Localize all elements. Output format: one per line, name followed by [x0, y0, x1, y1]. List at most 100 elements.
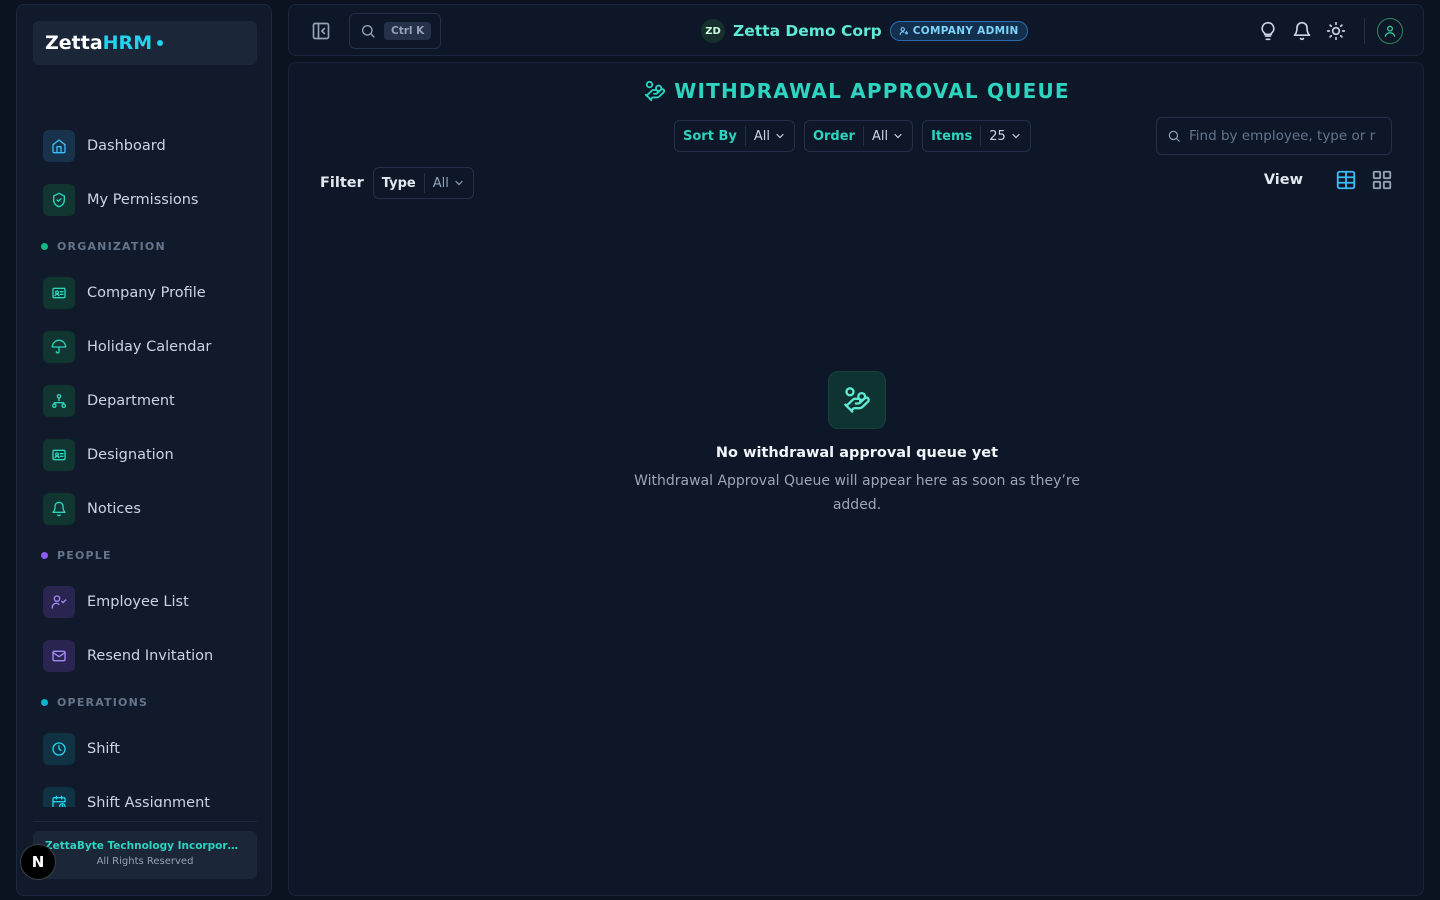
- sidebar-item-label: Resend Invitation: [87, 648, 214, 664]
- sidebar-item-employee-list[interactable]: Employee List: [33, 575, 257, 629]
- sidebar-collapse-icon[interactable]: [311, 21, 331, 41]
- view-toggle: View: [1264, 169, 1393, 191]
- section-label: PEOPLE: [57, 549, 112, 562]
- view-label: View: [1263, 172, 1303, 188]
- umbrella-icon: [43, 331, 75, 363]
- select-value: All: [432, 175, 449, 191]
- search-field: [1156, 117, 1392, 155]
- empty-state-description: Withdrawal Approval Queue will appear he…: [634, 473, 1080, 513]
- sidebar-item-label: Dashboard: [87, 138, 166, 154]
- brand-logo[interactable]: Zetta HRM: [33, 21, 257, 65]
- chevron-down-icon: [894, 133, 902, 139]
- type-label: Type: [382, 173, 425, 193]
- section-dot-icon: [41, 699, 48, 706]
- hand-coins-icon: [645, 80, 666, 102]
- sidebar: Zetta HRM Dashboard My Permissions ORGANI…: [16, 4, 272, 896]
- page-title: WITHDRAWAL APPROVAL QUEUE: [289, 79, 1425, 103]
- shield-check-icon: [43, 184, 75, 216]
- top-bar: Ctrl K ZD Zetta Demo Corp COMPANY ADMIN: [288, 4, 1424, 56]
- sidebar-item-label: Designation: [87, 447, 174, 463]
- type-value: All: [433, 176, 465, 191]
- sidebar-item-label: Employee List: [87, 594, 189, 610]
- brand-dot-icon: [157, 40, 164, 46]
- sidebar-item-my-permissions[interactable]: My Permissions: [33, 173, 257, 227]
- search-icon: [362, 25, 375, 38]
- order-select[interactable]: Order All: [803, 120, 914, 152]
- section-dot-icon: [41, 243, 48, 250]
- section-people: PEOPLE: [33, 536, 257, 575]
- sidebar-item-label: My Permissions: [87, 192, 199, 208]
- id-card-icon: [43, 439, 75, 471]
- select-value: All: [871, 128, 889, 144]
- page-title-text: WITHDRAWAL APPROVAL QUEUE: [674, 79, 1070, 103]
- section-label: ORGANIZATION: [57, 240, 166, 253]
- sort-by-select[interactable]: Sort By All: [674, 120, 795, 152]
- role-badge: COMPANY ADMIN: [889, 21, 1028, 41]
- chevron-down-icon: [776, 133, 784, 139]
- empty-state-title: No withdrawal approval queue yet: [715, 445, 999, 461]
- sidebar-item-label: Notices: [87, 501, 141, 517]
- role-badge-label: COMPANY ADMIN: [912, 25, 1019, 37]
- chevron-down-icon: [455, 180, 463, 186]
- sidebar-item-label: Department: [87, 393, 175, 409]
- sidebar-divider: [33, 821, 257, 822]
- sidebar-item-department[interactable]: Department: [33, 374, 257, 428]
- top-actions: [1244, 17, 1403, 45]
- sidebar-item-label: Company Profile: [87, 285, 206, 301]
- type-filter-select[interactable]: Type All: [372, 167, 474, 199]
- top-divider: [1364, 18, 1365, 44]
- footer-company: ZettaByte Technology Incorporated: [45, 840, 255, 852]
- search-input[interactable]: [1189, 128, 1385, 144]
- sidebar-nav: Dashboard My Permissions ORGANIZATION Co…: [33, 119, 257, 807]
- lightbulb-icon[interactable]: [1258, 21, 1278, 41]
- sidebar-item-label: Holiday Calendar: [87, 339, 212, 355]
- user-avatar[interactable]: [1377, 18, 1403, 44]
- list-controls: Sort By All Order All Items 25: [674, 120, 1040, 152]
- user-icon: [1384, 25, 1396, 37]
- sidebar-item-shift[interactable]: Shift: [33, 722, 257, 776]
- sidebar-item-label: Shift Assignment: [87, 795, 210, 807]
- select-value: All: [753, 128, 770, 144]
- brand-prefix: Zetta: [45, 32, 103, 54]
- sidebar-footer: ZettaByte Technology Incorporated All Ri…: [33, 831, 257, 879]
- brand-suffix: HRM: [102, 32, 153, 54]
- main-content: WITHDRAWAL APPROVAL QUEUE Sort By All Or…: [288, 62, 1424, 896]
- order-value: All: [872, 129, 904, 144]
- sidebar-item-company-profile[interactable]: Company Profile: [33, 266, 257, 320]
- bell-icon[interactable]: [1292, 21, 1312, 41]
- user-key-icon: [899, 27, 908, 36]
- sidebar-item-resend-invitation[interactable]: Resend Invitation: [33, 629, 257, 683]
- org-avatar: ZD: [701, 19, 725, 43]
- hand-coins-icon: [828, 371, 886, 429]
- dev-tools-badge[interactable]: N: [20, 844, 56, 880]
- user-check-icon: [43, 586, 75, 618]
- sun-icon[interactable]: [1326, 21, 1346, 41]
- items-label: Items: [931, 126, 982, 146]
- filter-row: Filter Type All: [320, 167, 474, 199]
- items-value: 25: [989, 129, 1022, 144]
- clock-icon: [43, 733, 75, 765]
- select-value: 25: [989, 128, 1006, 144]
- sort-by-label: Sort By: [683, 126, 746, 146]
- items-per-page-select[interactable]: Items 25: [922, 120, 1031, 152]
- global-search-button[interactable]: Ctrl K: [349, 13, 441, 49]
- home-icon: [43, 130, 75, 162]
- sidebar-item-notices[interactable]: Notices: [33, 482, 257, 536]
- sidebar-item-holiday-calendar[interactable]: Holiday Calendar: [33, 320, 257, 374]
- sidebar-item-dashboard[interactable]: Dashboard: [33, 119, 257, 173]
- org-chart-icon: [43, 385, 75, 417]
- search-icon: [1168, 130, 1180, 142]
- sidebar-item-label: Shift: [87, 741, 120, 757]
- order-label: Order: [813, 126, 864, 146]
- table-view-icon[interactable]: [1335, 169, 1357, 191]
- organization-info: ZD Zetta Demo Corp COMPANY ADMIN: [701, 19, 1028, 43]
- sort-by-value: All: [754, 129, 786, 144]
- grid-view-icon[interactable]: [1371, 169, 1393, 191]
- id-card-icon: [43, 277, 75, 309]
- filter-label: Filter: [320, 175, 364, 191]
- section-label: OPERATIONS: [57, 696, 149, 709]
- sidebar-item-designation[interactable]: Designation: [33, 428, 257, 482]
- section-operations: OPERATIONS: [33, 683, 257, 722]
- sidebar-item-shift-assignment[interactable]: Shift Assignment: [33, 776, 257, 807]
- empty-state: No withdrawal approval queue yet Withdra…: [289, 371, 1425, 517]
